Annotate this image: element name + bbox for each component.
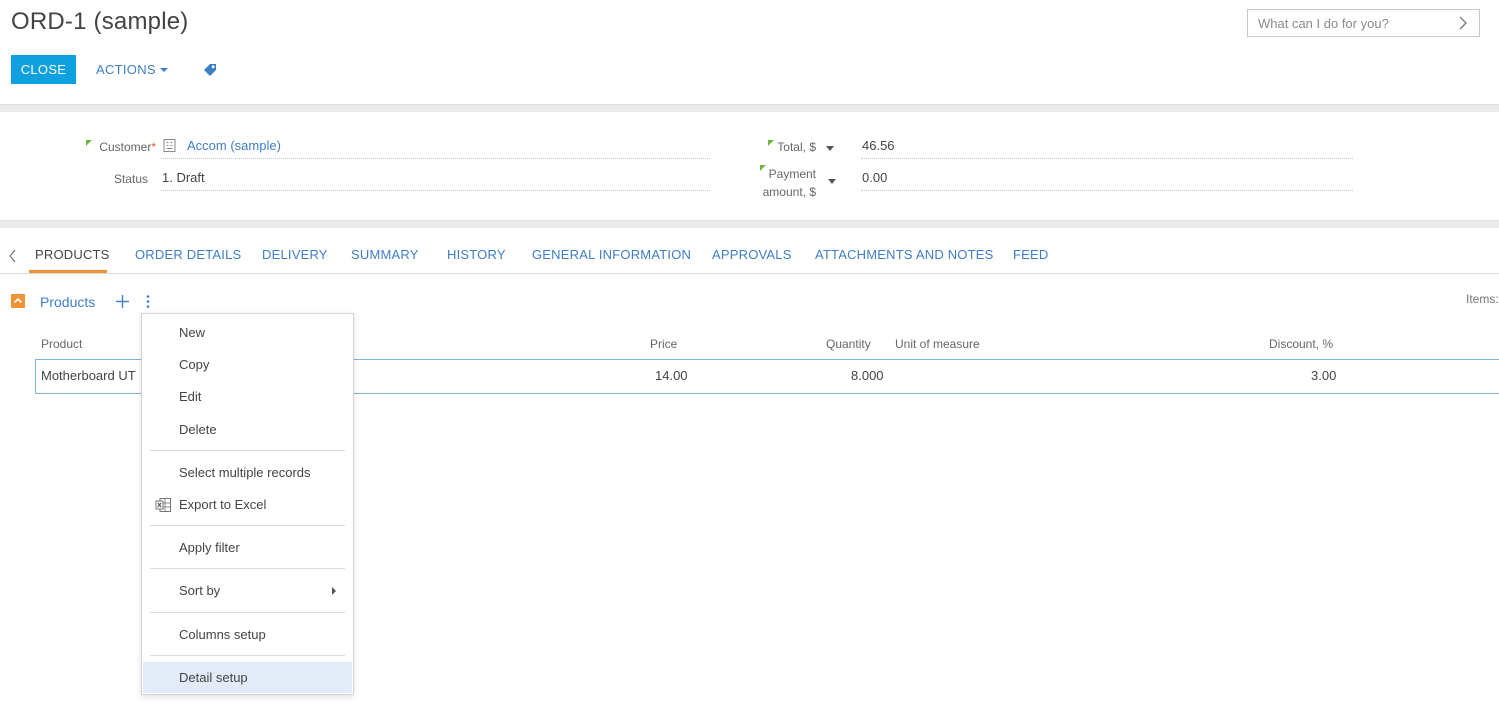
detail-context-menu: New Copy Edit Delete Select multiple rec… — [141, 313, 354, 695]
customer-field-underline — [161, 158, 710, 159]
customer-label: Customer* — [86, 140, 156, 154]
tab-delivery[interactable]: DELIVERY — [262, 238, 328, 274]
status-label: Status — [113, 172, 148, 186]
tab-order-details[interactable]: ORDER DETAILS — [135, 238, 241, 274]
actions-label: ACTIONS — [96, 62, 156, 77]
menu-item-columns-setup[interactable]: Columns setup — [143, 620, 352, 650]
menu-item-edit[interactable]: Edit — [143, 382, 352, 412]
total-value[interactable]: 46.56 — [862, 138, 895, 153]
header-separator — [0, 104, 1499, 112]
total-dropdown-caret-icon[interactable] — [826, 146, 834, 151]
menu-separator — [150, 525, 345, 526]
tab-approvals[interactable]: APPROVALS — [712, 238, 792, 274]
menu-item-new[interactable]: New — [143, 318, 352, 348]
column-header-quantity[interactable]: Quantity — [826, 337, 871, 351]
changed-marker — [760, 165, 766, 171]
tab-general-information[interactable]: GENERAL INFORMATION — [532, 238, 691, 274]
required-mark: * — [151, 140, 156, 154]
payment-field-underline — [861, 190, 1353, 191]
column-header-price[interactable]: Price — [650, 337, 677, 351]
menu-item-apply-filter[interactable]: Apply filter — [143, 533, 352, 563]
plus-icon[interactable] — [115, 294, 130, 309]
submenu-arrow-icon — [332, 587, 336, 595]
fields-separator — [0, 220, 1499, 228]
products-detail-title[interactable]: Products — [40, 294, 95, 310]
payment-dropdown-caret-icon[interactable] — [828, 179, 836, 184]
column-header-product[interactable]: Product — [41, 337, 82, 351]
menu-item-label: Sort by — [179, 583, 221, 598]
status-field-underline — [161, 190, 710, 191]
menu-separator — [150, 568, 345, 569]
tab-products[interactable]: PRODUCTS — [35, 238, 110, 274]
menu-separator — [150, 655, 345, 656]
customer-value-link[interactable]: Accom (sample) — [187, 138, 281, 153]
menu-item-delete[interactable]: Delete — [143, 415, 352, 445]
cell-price: 14.00 — [655, 368, 688, 383]
actions-button[interactable]: ACTIONS — [96, 55, 168, 84]
account-icon — [163, 139, 176, 152]
total-label: Total, $ — [768, 140, 816, 154]
changed-marker — [768, 140, 774, 146]
menu-item-detail-setup[interactable]: Detail setup — [143, 662, 352, 693]
tabs-scroll-left-icon[interactable] — [8, 249, 18, 263]
tab-history[interactable]: HISTORY — [447, 238, 506, 274]
cell-discount: 3.00 — [1311, 368, 1337, 383]
changed-marker — [86, 140, 92, 146]
menu-item-select-multiple-records[interactable]: Select multiple records — [143, 458, 352, 488]
tab-summary[interactable]: SUMMARY — [351, 238, 419, 274]
vertical-dots-icon[interactable] — [145, 294, 151, 309]
column-header-discount[interactable]: Discount, % — [1269, 337, 1333, 351]
cell-quantity: 8.000 — [851, 368, 884, 383]
collapse-icon[interactable] — [11, 294, 25, 308]
tag-icon[interactable] — [202, 61, 218, 77]
menu-item-label: Export to Excel — [179, 497, 267, 512]
page-title: ORD-1 (sample) — [11, 8, 189, 35]
items-count-label: Items: — [1466, 292, 1499, 306]
active-tab-indicator — [29, 270, 107, 273]
command-search-input[interactable] — [1248, 10, 1453, 36]
tabs-bar: PRODUCTS ORDER DETAILS DELIVERY SUMMARY … — [0, 238, 1499, 274]
menu-separator — [150, 612, 345, 613]
menu-item-export-to-excel[interactable]: Export to Excel — [143, 490, 352, 520]
total-field-underline — [861, 158, 1353, 159]
tab-feed[interactable]: FEED — [1013, 238, 1048, 274]
menu-item-sort-by[interactable]: Sort by — [143, 576, 352, 606]
tab-attachments-and-notes[interactable]: ATTACHMENTS AND NOTES — [815, 238, 994, 274]
close-button[interactable]: CLOSE — [11, 55, 76, 84]
search-chevron-icon[interactable] — [1456, 15, 1470, 31]
menu-separator — [150, 450, 345, 451]
excel-export-icon — [155, 498, 171, 512]
payment-amount-value[interactable]: 0.00 — [862, 170, 887, 185]
status-value[interactable]: 1. Draft — [162, 170, 205, 185]
cell-product: Motherboard UT — [41, 368, 136, 383]
column-header-unit-of-measure[interactable]: Unit of measure — [895, 337, 980, 351]
menu-item-copy[interactable]: Copy — [143, 350, 352, 380]
chevron-down-icon — [159, 67, 168, 72]
command-search-box[interactable] — [1247, 9, 1480, 37]
payment-amount-label: Payment amount, $ — [750, 165, 816, 201]
